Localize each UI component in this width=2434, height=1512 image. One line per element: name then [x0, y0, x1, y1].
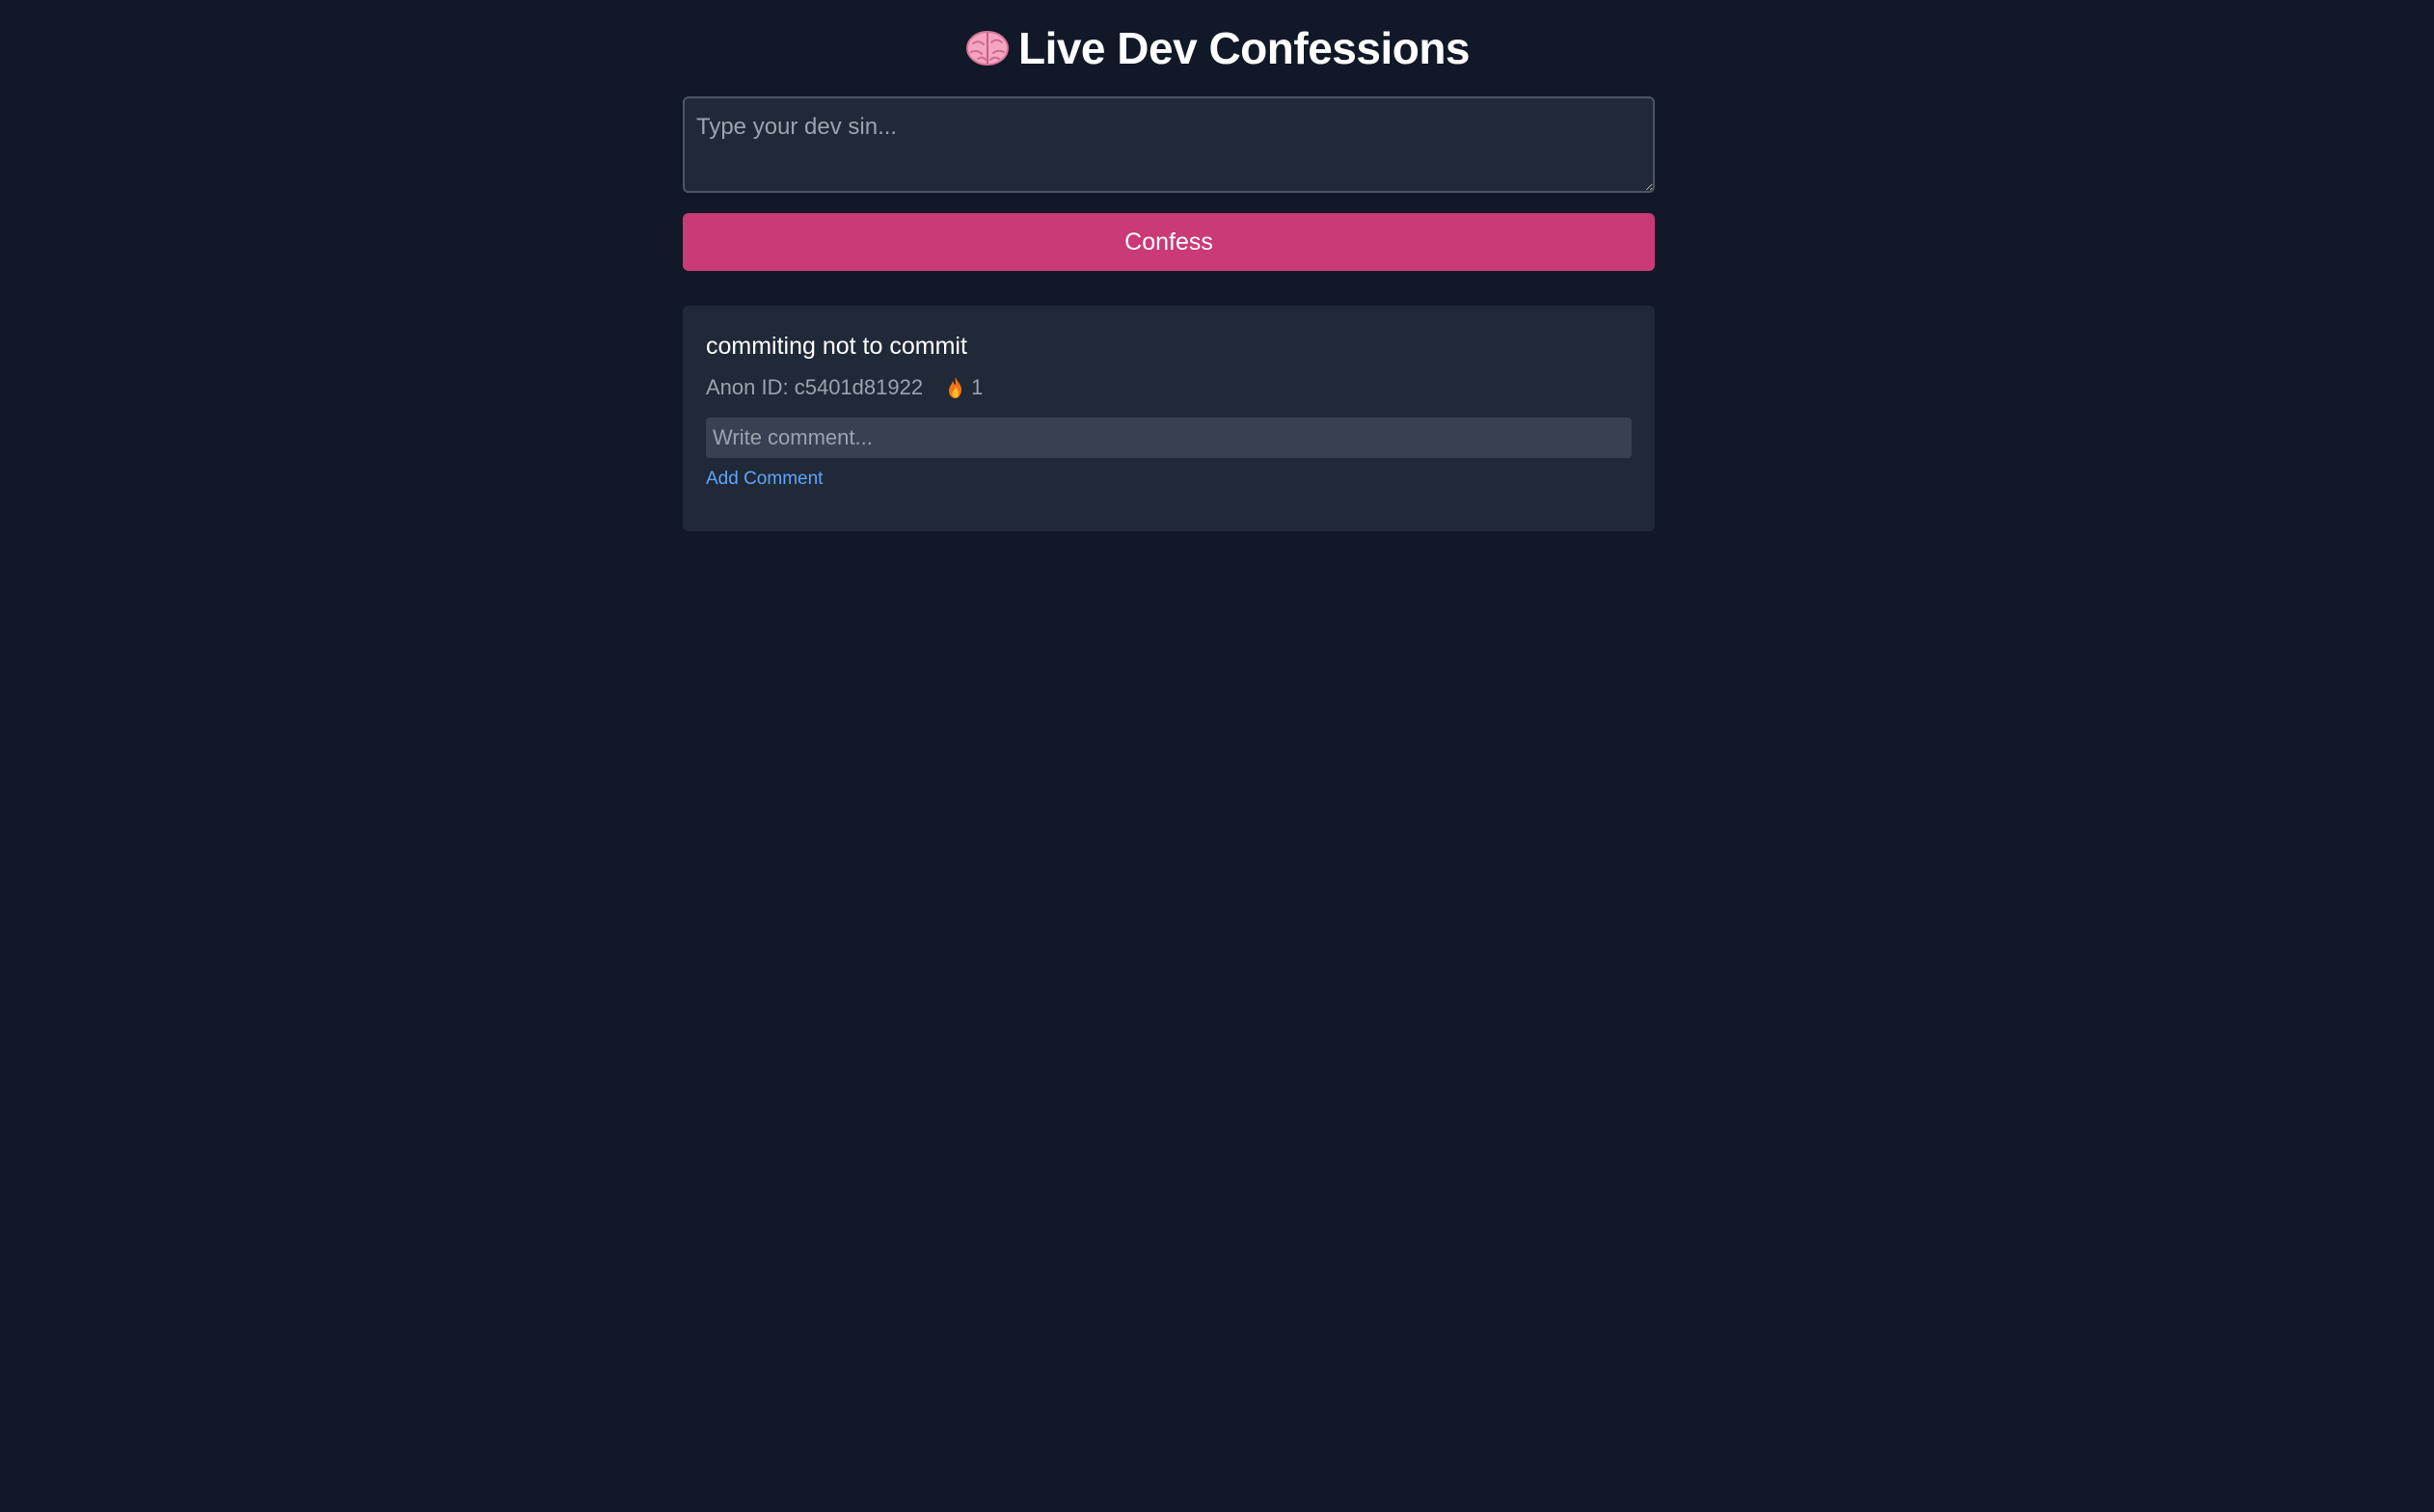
fire-reaction-button[interactable]: 1 [946, 373, 983, 402]
brain-icon [965, 31, 1009, 66]
confession-card: commiting not to commit Anon ID: c5401d8… [683, 306, 1655, 531]
main-container: Confess commiting not to commit Anon ID:… [683, 96, 1655, 531]
anon-id: Anon ID: c5401d81922 [706, 375, 924, 399]
confess-button[interactable]: Confess [683, 213, 1655, 271]
fire-count: 1 [971, 375, 984, 399]
confession-text: commiting not to commit [706, 333, 967, 360]
comment-input[interactable] [706, 418, 1632, 458]
confession-input[interactable] [683, 96, 1655, 193]
confession-meta: Anon ID: c5401d81922 1 [706, 373, 1632, 402]
page-title: Live Dev Confessions [0, 17, 2434, 79]
fire-icon [949, 377, 962, 398]
add-comment-link[interactable]: Add Comment [706, 468, 823, 491]
page-title-text: Live Dev Confessions [1017, 23, 1471, 73]
